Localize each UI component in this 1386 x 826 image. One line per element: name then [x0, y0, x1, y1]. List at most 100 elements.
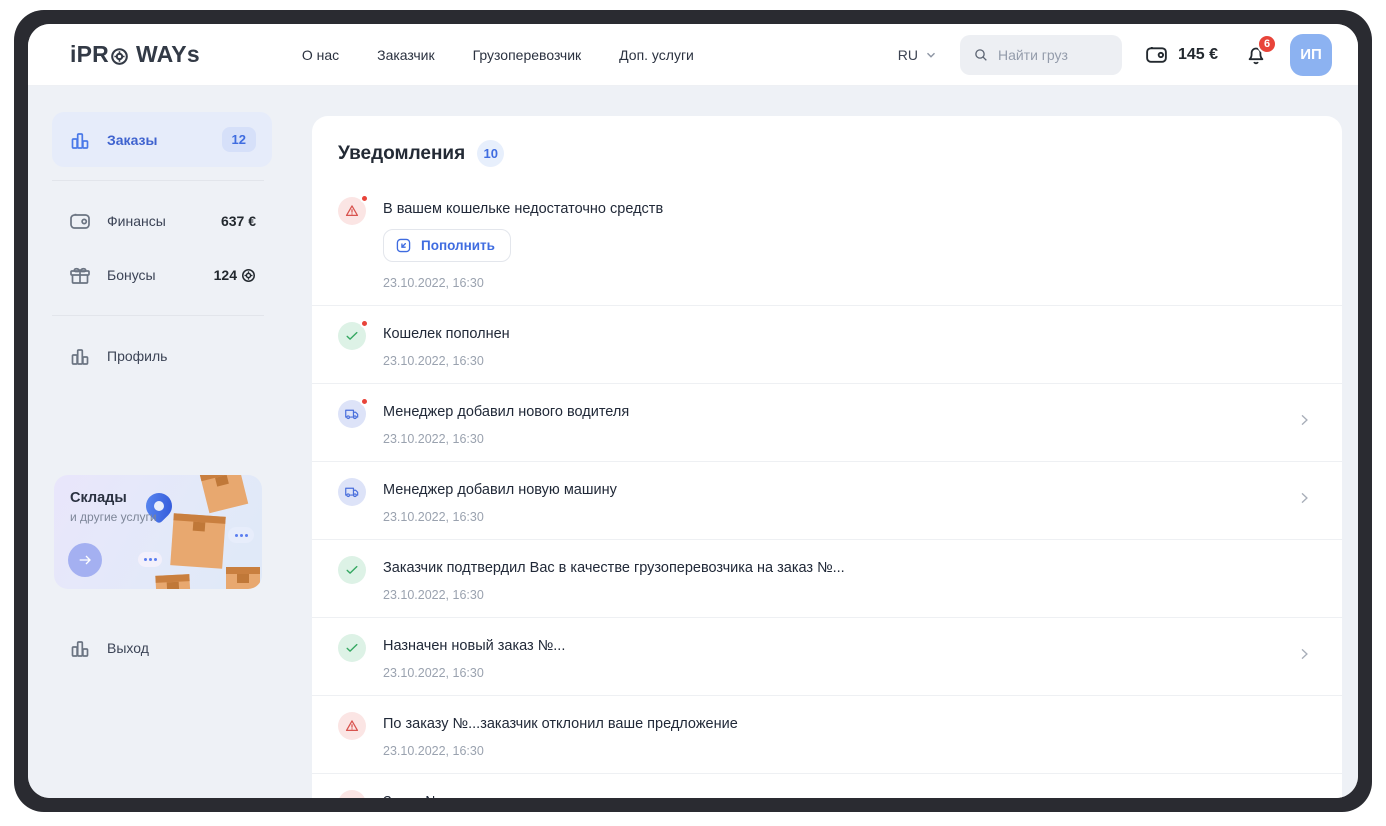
unread-dot-icon: [360, 194, 369, 203]
search-input[interactable]: [998, 47, 1109, 63]
truck-icon: [338, 400, 366, 428]
notification-timestamp: 23.10.2022, 16:30: [383, 510, 617, 524]
sidebar-item-logout[interactable]: Выход: [52, 621, 272, 675]
nav-about[interactable]: О нас: [302, 47, 339, 63]
sidebar-item-bonuses[interactable]: Бонусы 124: [52, 248, 272, 302]
notification-timestamp: 23.10.2022, 16:30: [383, 354, 510, 368]
sidebar-logout-label: Выход: [107, 640, 149, 656]
notification-timestamp: 23.10.2022, 16:30: [383, 432, 629, 446]
notification-timestamp: 23.10.2022, 16:30: [383, 276, 663, 290]
logo-text-left: iPR: [70, 41, 109, 68]
sidebar-bonuses-label: Бонусы: [107, 267, 156, 283]
notification-row[interactable]: Менеджер добавил нового водителя 23.10.2…: [312, 384, 1342, 462]
chevron-down-icon: [924, 48, 938, 62]
bar-chart-icon: [68, 128, 92, 152]
search-icon: [973, 47, 989, 63]
wheel-icon: [241, 268, 256, 283]
notification-title: В вашем кошельке недостаточно средств: [383, 201, 663, 217]
wallet-amount: 145 €: [1178, 46, 1218, 64]
warehouses-promo-card[interactable]: Склады и другие услуги: [54, 475, 262, 589]
sidebar-item-profile[interactable]: Профиль: [52, 329, 272, 383]
notifications-panel: Уведомления 10 В вашем кошельке недостат…: [312, 116, 1342, 798]
notification-title: Заказчик подтвердил Вас в качестве грузо…: [383, 560, 845, 576]
header-right: RU 145 € 6 ИП: [898, 34, 1332, 76]
notification-row[interactable]: Заказчик подтвердил Вас в качестве грузо…: [312, 540, 1342, 618]
notification-timestamp: 23.10.2022, 16:30: [383, 744, 738, 758]
notification-row[interactable]: В вашем кошельке недостаточно средств По…: [312, 181, 1342, 306]
chevron-right-icon[interactable]: [1292, 408, 1316, 437]
logo[interactable]: iPR WAYs: [70, 41, 200, 68]
promo-subtitle: и другие услуги: [70, 510, 262, 524]
unread-dot-icon: [360, 319, 369, 328]
device-frame: iPR WAYs О нас Заказчик Грузоперевозчик …: [14, 10, 1372, 812]
top-navbar: iPR WAYs О нас Заказчик Грузоперевозчик …: [28, 24, 1358, 86]
notification-title: Назначен новый заказ №...: [383, 638, 565, 654]
warning-icon: [338, 712, 366, 740]
wallet-icon: [68, 209, 92, 233]
promo-title: Склады: [70, 490, 262, 506]
chat-bubble-icon: [228, 527, 254, 543]
deposit-icon: [395, 237, 412, 254]
notifications-count-badge: 6: [1257, 34, 1277, 54]
success-icon: [338, 556, 366, 584]
language-value: RU: [898, 47, 918, 63]
top-up-button[interactable]: Пополнить: [383, 229, 511, 262]
notifications-total-badge: 10: [477, 140, 504, 167]
sidebar-divider: [52, 315, 264, 316]
wallet-balance[interactable]: 145 €: [1144, 42, 1218, 67]
notification-timestamp: 23.10.2022, 16:30: [383, 666, 565, 680]
app-window: iPR WAYs О нас Заказчик Грузоперевозчик …: [28, 24, 1358, 798]
sidebar: Заказы 12 Финансы 637 € Бонусы 124 Про: [28, 86, 292, 798]
nav-customer[interactable]: Заказчик: [377, 47, 435, 63]
orders-count-badge: 12: [222, 127, 256, 152]
bonuses-value: 124: [214, 267, 237, 283]
chat-bubble-icon: [138, 552, 162, 567]
bar-chart-icon: [68, 344, 92, 368]
chevron-right-icon[interactable]: [1292, 642, 1316, 671]
notification-row[interactable]: Кошелек пополнен 23.10.2022, 16:30: [312, 306, 1342, 384]
wheel-icon: [110, 45, 129, 64]
nav-extra-services[interactable]: Доп. услуги: [619, 47, 694, 63]
search-box: [960, 35, 1122, 75]
warning-icon: [338, 197, 366, 225]
sidebar-profile-label: Профиль: [107, 348, 167, 364]
logo-text-right: WAYs: [136, 41, 200, 68]
main-nav: О нас Заказчик Грузоперевозчик Доп. услу…: [302, 47, 694, 63]
language-selector[interactable]: RU: [898, 47, 938, 63]
notifications-bell[interactable]: 6: [1244, 43, 1268, 67]
sidebar-orders-label: Заказы: [107, 132, 157, 148]
notification-title: Менеджер добавил новую машину: [383, 482, 617, 498]
notification-timestamp: 23.10.2022, 16:30: [383, 588, 845, 602]
avatar[interactable]: ИП: [1290, 34, 1332, 76]
notification-row[interactable]: Менеджер добавил новую машину 23.10.2022…: [312, 462, 1342, 540]
promo-box-illustration: [226, 567, 260, 589]
notification-row[interactable]: Назначен новый заказ №... 23.10.2022, 16…: [312, 618, 1342, 696]
notification-title: Менеджер добавил нового водителя: [383, 404, 629, 420]
success-icon: [338, 634, 366, 662]
sidebar-finances-label: Финансы: [107, 213, 166, 229]
notification-title: Кошелек пополнен: [383, 326, 510, 342]
promo-arrow-button[interactable]: [68, 543, 102, 577]
top-up-label: Пополнить: [421, 238, 495, 253]
main-content: Уведомления 10 В вашем кошельке недостат…: [292, 86, 1358, 798]
nav-carrier[interactable]: Грузоперевозчик: [473, 47, 582, 63]
sidebar-item-orders[interactable]: Заказы 12: [52, 112, 272, 167]
chevron-right-icon[interactable]: [1292, 486, 1316, 515]
sidebar-item-finances[interactable]: Финансы 637 €: [52, 194, 272, 248]
notification-title: Заказ №... отменен: [383, 794, 513, 798]
sidebar-divider: [52, 180, 264, 181]
truck-icon: [338, 478, 366, 506]
gift-icon: [68, 263, 92, 287]
unread-dot-icon: [360, 397, 369, 406]
finances-value: 637 €: [221, 213, 256, 229]
promo-box-illustration: [155, 574, 190, 589]
notification-row[interactable]: По заказу №...заказчик отклонил ваше пре…: [312, 696, 1342, 774]
wallet-icon: [1144, 42, 1169, 67]
arrow-right-icon: [77, 552, 93, 568]
page-title: Уведомления: [338, 143, 465, 165]
notification-title: По заказу №...заказчик отклонил ваше пре…: [383, 716, 738, 732]
notification-list: В вашем кошельке недостаточно средств По…: [312, 181, 1342, 798]
notification-row[interactable]: Заказ №... отменен 23.10.2022, 16:30: [312, 774, 1342, 798]
warning-icon: [338, 790, 366, 798]
success-icon: [338, 322, 366, 350]
